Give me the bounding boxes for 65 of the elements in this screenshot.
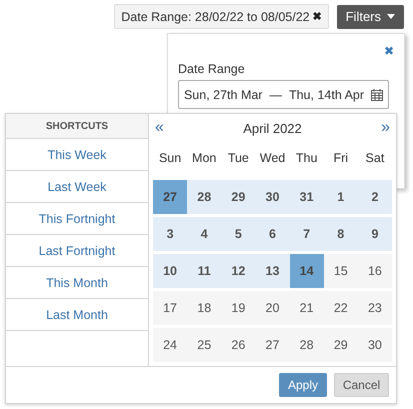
field-label: Date Range xyxy=(178,62,246,76)
shortcut-item[interactable]: Last Fortnight xyxy=(6,235,148,267)
day-cell[interactable]: 3 xyxy=(153,217,188,251)
day-cell[interactable]: 8 xyxy=(324,217,358,251)
next-month-button[interactable]: » xyxy=(379,119,392,137)
day-cell[interactable]: 14 xyxy=(290,254,324,288)
end-date: Thu, 14th Apr xyxy=(288,88,364,102)
caret-icon xyxy=(387,14,395,19)
day-cell[interactable]: 19 xyxy=(221,291,256,325)
day-cell[interactable]: 12 xyxy=(221,254,256,288)
day-cell[interactable]: 16 xyxy=(358,254,392,288)
calendar-icon xyxy=(371,88,384,100)
day-cell[interactable]: 23 xyxy=(358,291,392,325)
day-cell[interactable]: 11 xyxy=(187,254,222,288)
day-cell[interactable]: 24 xyxy=(153,328,188,362)
day-cell[interactable]: 27 xyxy=(255,328,290,362)
day-cell[interactable]: 28 xyxy=(290,328,324,362)
day-cell[interactable]: 5 xyxy=(221,217,256,251)
filters-button[interactable]: Filters xyxy=(336,4,404,28)
day-cell[interactable]: 25 xyxy=(187,328,222,362)
day-cell[interactable]: 13 xyxy=(255,254,290,288)
day-cell[interactable]: 29 xyxy=(324,328,358,362)
previous-month-button[interactable]: « xyxy=(153,119,166,137)
weekday-label: Fri xyxy=(332,150,350,167)
shortcut-item[interactable]: Last Month xyxy=(6,299,148,331)
day-cell[interactable]: 6 xyxy=(255,217,290,251)
shortcut-item[interactable]: This Fortnight xyxy=(6,203,148,235)
day-cell[interactable]: 17 xyxy=(153,291,188,325)
cancel-button[interactable]: Cancel xyxy=(334,373,389,397)
day-cell[interactable]: 27 xyxy=(153,180,188,214)
date-range-field[interactable]: Sun, 27th Mar — Thu, 14th Apr xyxy=(178,80,389,109)
apply-button[interactable]: Apply xyxy=(279,373,327,397)
day-cell[interactable]: 1 xyxy=(324,180,358,214)
remove-button[interactable]: ✖ xyxy=(312,10,322,23)
range-separator: — xyxy=(269,88,282,102)
day-cell[interactable]: 18 xyxy=(187,291,222,325)
day-cell[interactable]: 7 xyxy=(290,217,324,251)
chip-label: Date Range: 28/02/22 to 08/05/22 xyxy=(121,10,310,24)
weekday-label: Mon xyxy=(191,150,218,167)
weekday-label: Wed xyxy=(258,150,286,167)
month-title: April 2022 xyxy=(243,120,302,136)
weekday-label: Tue xyxy=(226,150,250,167)
shortcut-item[interactable]: Last Week xyxy=(6,171,148,203)
close-button[interactable]: ✖ xyxy=(384,44,394,58)
day-cell[interactable]: 30 xyxy=(358,328,392,362)
day-cell[interactable]: 15 xyxy=(324,254,358,288)
shortcuts-heading: SHORTCUTS xyxy=(6,114,148,139)
weekday-label: Sun xyxy=(158,150,182,167)
day-cell[interactable]: 31 xyxy=(290,180,324,214)
day-cell[interactable]: 10 xyxy=(153,254,188,288)
day-cell[interactable]: 2 xyxy=(358,180,392,214)
shortcut-item[interactable]: This Month xyxy=(6,267,148,299)
day-cell[interactable]: 4 xyxy=(187,217,222,251)
start-date: Sun, 27th Mar xyxy=(184,88,262,102)
day-cell[interactable]: 22 xyxy=(324,291,358,325)
day-cell[interactable]: 30 xyxy=(255,180,290,214)
weekday-label: Sat xyxy=(364,150,386,167)
day-cell[interactable]: 21 xyxy=(290,291,324,325)
day-cell[interactable]: 20 xyxy=(255,291,290,325)
shortcut-item[interactable]: This Week xyxy=(6,139,148,171)
day-cell[interactable]: 28 xyxy=(187,180,222,214)
weekday-label: Thu xyxy=(294,150,318,167)
day-cell[interactable]: 9 xyxy=(358,217,392,251)
day-cell[interactable]: 29 xyxy=(221,180,256,214)
day-cell[interactable]: 26 xyxy=(221,328,256,362)
